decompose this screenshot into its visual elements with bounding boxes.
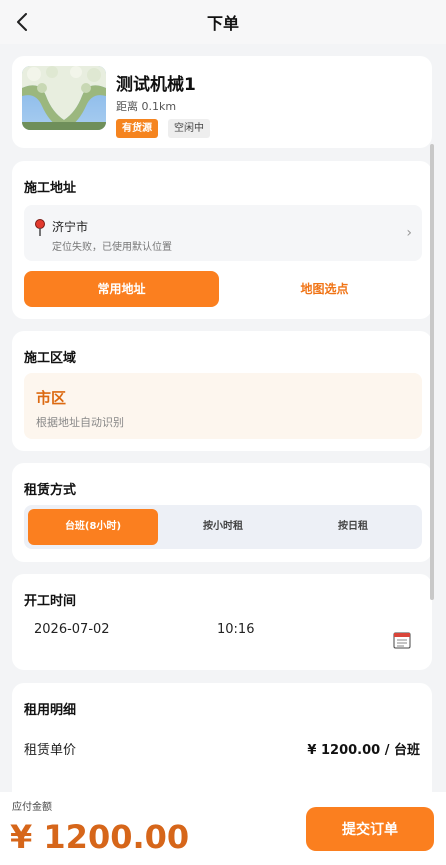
- area-display: 市区 根据地址自动识别: [24, 373, 422, 439]
- chevron-left-icon: [17, 13, 27, 31]
- machine-distance: 距离 0.1km: [116, 100, 177, 113]
- pay-amount-label: 应付金额: [12, 802, 52, 813]
- area-section-title: 施工区域: [24, 351, 77, 366]
- rental-detail-section-title: 租用明细: [24, 703, 77, 718]
- rent-mode-section-title: 租赁方式: [24, 483, 77, 498]
- unit-price-label: 租赁单价: [24, 743, 77, 758]
- pay-amount: ¥ 1200.00: [10, 818, 190, 856]
- page-title: 下单: [206, 14, 239, 33]
- rent-mode-segmented: 台班(8小时) 按小时租 按日租: [24, 505, 422, 549]
- start-time-card: 开工时间 2026-07-02 10:16: [12, 574, 432, 670]
- unit-price-value: ¥ 1200.00 / 台班: [307, 743, 420, 758]
- machine-image: [22, 66, 106, 130]
- nav-bar: 下单: [0, 0, 446, 44]
- address-section-title: 施工地址: [24, 181, 77, 196]
- status-badge-idle: 空闲中: [168, 119, 210, 138]
- status-badge-supply: 有货源: [116, 119, 158, 138]
- rent-mode-shift[interactable]: 台班(8小时): [28, 509, 158, 545]
- map-pin-icon: [35, 219, 45, 236]
- back-button[interactable]: [10, 10, 34, 34]
- area-hint: 根据地址自动识别: [36, 416, 124, 429]
- address-city: 济宁市: [52, 220, 89, 234]
- scrollbar[interactable]: [430, 144, 434, 600]
- area-card: 施工区域 市区 根据地址自动识别: [12, 331, 432, 451]
- map-select-button[interactable]: 地图选点: [227, 271, 422, 307]
- rent-mode-hourly[interactable]: 按小时租: [158, 509, 288, 545]
- chevron-right-icon: ›: [406, 225, 412, 241]
- common-address-button[interactable]: 常用地址: [24, 271, 219, 307]
- bottom-bar: 应付金额 ¥ 1200.00 提交订单: [0, 792, 446, 865]
- start-time-field[interactable]: 10:16: [217, 622, 254, 637]
- start-date-field[interactable]: 2026-07-02: [34, 622, 110, 637]
- machine-name: 测试机械1: [116, 75, 196, 95]
- rent-mode-card: 租赁方式 台班(8小时) 按小时租 按日租: [12, 463, 432, 562]
- start-time-section-title: 开工时间: [24, 594, 77, 609]
- submit-order-button[interactable]: 提交订单: [306, 807, 434, 851]
- rent-mode-daily[interactable]: 按日租: [288, 509, 418, 545]
- machine-card[interactable]: 测试机械1 距离 0.1km 有货源 空闲中: [12, 56, 432, 148]
- address-card: 施工地址 济宁市 定位失败，已使用默认位置 › 常用地址 地图选点: [12, 161, 432, 319]
- area-name: 市区: [36, 389, 67, 407]
- address-selector[interactable]: 济宁市 定位失败，已使用默认位置 ›: [24, 205, 422, 261]
- address-hint: 定位失败，已使用默认位置: [52, 242, 172, 253]
- content-scroll[interactable]: 测试机械1 距离 0.1km 有货源 空闲中 施工地址 济宁市 定位失败，已使用…: [0, 44, 446, 792]
- calendar-icon[interactable]: [393, 631, 411, 649]
- rental-detail-card: 租用明细 租赁单价 ¥ 1200.00 / 台班: [12, 683, 432, 792]
